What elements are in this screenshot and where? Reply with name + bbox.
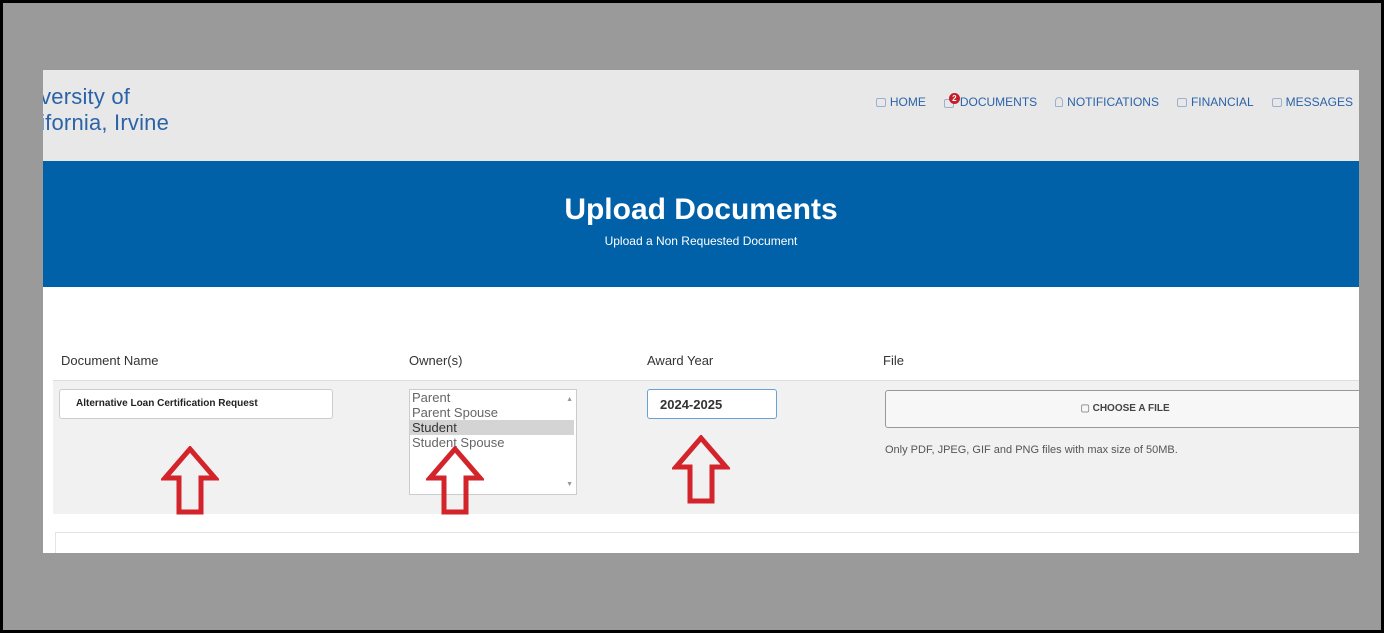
main-nav: HOME 2 DOCUMENTS NOTIFICATIONS FINANCIAL (875, 93, 1353, 109)
screenshot-frame: iversity of lifornia, Irvine HOME 2 DOCU… (0, 0, 1384, 633)
header-file: File (883, 353, 904, 368)
nav-notifications-label: NOTIFICATIONS (1067, 95, 1159, 109)
home-icon (875, 97, 886, 107)
lower-panel (55, 532, 1359, 553)
file-requirements-note: Only PDF, JPEG, GIF and PNG files with m… (885, 444, 1178, 456)
choose-file-button[interactable]: ▢ CHOOSE A FILE (885, 390, 1359, 428)
bell-icon (1055, 97, 1064, 107)
logo-line-1: iversity of (43, 84, 131, 109)
page-banner: Upload Documents Upload a Non Requested … (43, 161, 1359, 287)
award-year-field[interactable]: 2024-2025 (647, 389, 777, 419)
documents-icon: 2 (943, 93, 960, 108)
owner-option-student[interactable]: Student (410, 420, 574, 435)
scroll-down-icon[interactable]: ▼ (566, 477, 573, 492)
card-icon (1176, 97, 1187, 107)
documents-badge: 2 (948, 93, 960, 104)
university-logo[interactable]: iversity of lifornia, Irvine (43, 84, 169, 136)
page-subtitle: Upload a Non Requested Document (604, 234, 798, 248)
nav-home-label: HOME (889, 95, 926, 109)
header-award-year: Award Year (647, 353, 714, 368)
annotation-arrow-icon (426, 446, 484, 515)
nav-notifications[interactable]: NOTIFICATIONS (1055, 95, 1159, 109)
nav-home[interactable]: HOME (875, 95, 926, 109)
file-icon: ▢ (1080, 403, 1093, 414)
logo-line-2: lifornia, Irvine (43, 110, 170, 135)
top-header: iversity of lifornia, Irvine HOME 2 DOCU… (43, 70, 1359, 161)
choose-file-label: CHOOSE A FILE (1092, 403, 1170, 414)
page-title: Upload Documents (564, 193, 838, 226)
nav-documents-label: DOCUMENTS (959, 95, 1038, 109)
nav-messages-label: MESSAGES (1285, 95, 1353, 109)
nav-documents[interactable]: 2 DOCUMENTS (943, 93, 1038, 109)
scroll-up-icon[interactable]: ▲ (566, 392, 573, 407)
annotation-arrow-icon (672, 435, 730, 504)
nav-messages[interactable]: MESSAGES (1271, 95, 1353, 109)
nav-financial[interactable]: FINANCIAL (1176, 95, 1254, 109)
annotation-arrow-icon (161, 446, 219, 515)
owner-option-parent[interactable]: Parent (410, 390, 574, 405)
header-owners: Owner(s) (409, 353, 463, 368)
mail-icon (1271, 97, 1282, 107)
header-document-name: Document Name (61, 353, 159, 368)
document-name-field[interactable]: Alternative Loan Certification Request (59, 389, 333, 419)
nav-financial-label: FINANCIAL (1190, 95, 1254, 109)
owner-option-parent-spouse[interactable]: Parent Spouse (410, 405, 574, 420)
